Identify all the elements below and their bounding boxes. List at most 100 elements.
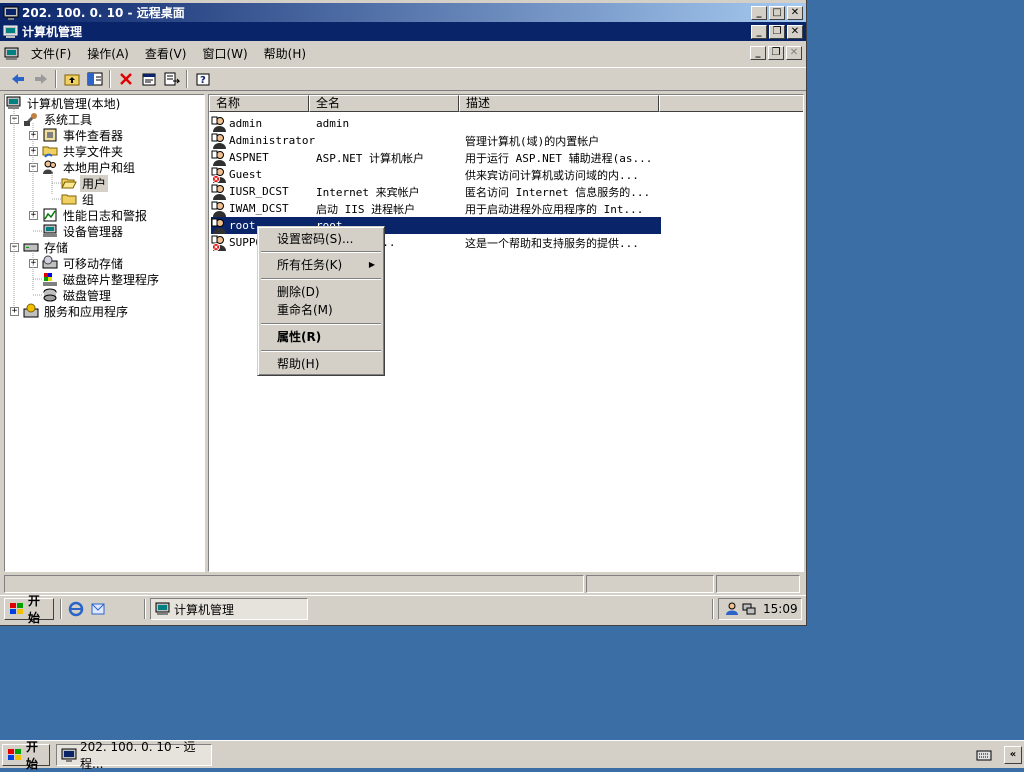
cell-name: IWAM_DCST (229, 202, 289, 215)
outlook-express-icon[interactable] (90, 601, 106, 617)
removable-storage-icon (42, 255, 58, 271)
menu-window[interactable]: 窗口(W) (194, 44, 255, 64)
mmc-restore-button[interactable]: ❐ (769, 25, 785, 39)
tree-label: 存储 (44, 240, 69, 255)
tree-node-disk-management[interactable]: 磁盘管理 (42, 287, 113, 303)
computer-icon (6, 95, 22, 111)
taskbar-item-remote-desktop[interactable]: 202. 100. 0. 10 - 远程... (56, 740, 212, 771)
services-apps-icon (23, 303, 39, 319)
tree-node-storage[interactable]: − 存储 (10, 239, 70, 255)
collapse-icon[interactable]: − (10, 114, 19, 124)
mdi-close-button[interactable]: ✕ (786, 46, 802, 60)
disk-management-icon (42, 287, 58, 303)
windows-logo-icon (9, 601, 25, 617)
mmc-titlebar[interactable]: 计算机管理 _ ❐ ✕ (0, 22, 806, 41)
user-icon (211, 116, 226, 132)
taskbar-separator (712, 599, 714, 619)
remote-desktop-title: 202. 100. 0. 10 - 远程桌面 (22, 6, 185, 20)
expand-icon[interactable]: + (29, 210, 38, 220)
menu-bar: 文件(F) 操作(A) 查看(V) 窗口(W) 帮助(H) (0, 43, 806, 65)
tree-node-shared-folders[interactable]: + 共享文件夹 (29, 143, 125, 159)
tree-node-perf-logs[interactable]: + 性能日志和警报 (29, 207, 149, 223)
expand-icon[interactable]: + (29, 258, 38, 268)
tree-label: 设备管理器 (63, 224, 124, 239)
menu-item-delete[interactable]: 删除(D) (261, 283, 381, 301)
remote-start-button[interactable]: 开始 (4, 594, 54, 625)
mdi-minimize-button[interactable]: _ (750, 46, 766, 60)
user-icon (211, 201, 226, 217)
table-row[interactable]: Administrator 管理计算机(域)的内置帐户 (211, 132, 661, 149)
ie-icon[interactable] (68, 601, 84, 617)
rdp-close-button[interactable]: ✕ (787, 6, 803, 20)
menu-action[interactable]: 操作(A) (79, 44, 137, 64)
table-row[interactable]: ASPNET ASP.NET 计算机帐户 用于运行 ASP.NET 辅助进程(as.… (211, 149, 661, 166)
local-taskbar: 开始 202. 100. 0. 10 - 远程... « (0, 740, 1024, 771)
event-viewer-icon (42, 127, 58, 143)
properties-icon[interactable] (137, 68, 160, 90)
tree-node-services-apps[interactable]: + 服务和应用程序 (10, 303, 130, 319)
taskbar-item-computer-management[interactable]: 计算机管理 (150, 598, 308, 620)
menu-item-all-tasks[interactable]: 所有任务(K) ▶ (261, 256, 381, 274)
table-row[interactable]: IUSR_DCST Internet 来宾帐户 匿名访问 Internet 信息服务… (211, 183, 661, 200)
column-header-name[interactable]: 名称 (209, 95, 309, 112)
column-header-description[interactable]: 描述 (459, 95, 659, 112)
forward-arrow-icon[interactable] (29, 68, 52, 90)
tree-label: 可移动存储 (63, 256, 124, 271)
expand-icon[interactable]: + (10, 306, 19, 316)
back-arrow-icon[interactable] (6, 68, 29, 90)
taskbar-separator (144, 599, 146, 619)
local-start-button[interactable]: 开始 (2, 740, 50, 771)
tree-node-computer-management[interactable]: 计算机管理(本地) (6, 95, 122, 111)
tree-label: 共享文件夹 (63, 144, 124, 159)
collapse-icon[interactable]: − (29, 162, 38, 172)
menu-item-properties[interactable]: 属性(R) (261, 328, 381, 346)
tree-node-system-tools[interactable]: − 系统工具 (10, 111, 94, 127)
tree-node-users[interactable]: 用户 (61, 174, 109, 192)
network-tray-icon[interactable] (742, 601, 756, 617)
user-tray-icon[interactable] (725, 601, 739, 617)
cell-description: 用于运行 ASP.NET 辅助进程(as... (465, 151, 653, 165)
collapse-icon[interactable]: − (10, 242, 19, 252)
computer-management-icon (155, 601, 171, 617)
tree-node-defrag[interactable]: 磁盘碎片整理程序 (42, 271, 161, 287)
status-pane (586, 575, 714, 593)
column-header-fullname[interactable]: 全名 (309, 95, 459, 112)
mdi-restore-button[interactable]: ❐ (768, 46, 784, 60)
mmc-close-button[interactable]: ✕ (787, 25, 803, 39)
cell-description: 这是一个帮助和支持服务的提供... (465, 236, 639, 250)
table-row[interactable]: admin admin (211, 115, 661, 132)
tree-node-device-manager[interactable]: 设备管理器 (42, 223, 125, 239)
menu-file[interactable]: 文件(F) (23, 44, 79, 64)
delete-icon[interactable] (114, 68, 137, 90)
console-icon[interactable] (4, 46, 20, 62)
table-row[interactable]: IWAM_DCST 启动 IIS 进程帐户 用于启动进程外应用程序的 Int... (211, 200, 661, 217)
menu-item-set-password[interactable]: 设置密码(S)... (261, 230, 381, 248)
expand-icon[interactable]: + (29, 146, 38, 156)
rdp-minimize-button[interactable]: _ (751, 6, 767, 20)
keyboard-tray-icon[interactable] (976, 747, 992, 763)
menu-item-rename[interactable]: 重命名(M) (261, 301, 381, 319)
export-list-icon[interactable] (160, 68, 183, 90)
tree-node-groups[interactable]: 组 (61, 191, 96, 207)
computer-management-icon (3, 24, 19, 40)
shared-folder-icon (42, 143, 58, 159)
rdp-maximize-button[interactable]: □ (769, 6, 785, 20)
tree-node-removable-storage[interactable]: + 可移动存储 (29, 255, 125, 271)
cell-name: ASPNET (229, 151, 269, 164)
remote-desktop-titlebar[interactable]: 202. 100. 0. 10 - 远程桌面 _ □ ✕ (0, 3, 806, 22)
expand-icon[interactable]: + (29, 130, 38, 140)
show-hide-tree-icon[interactable] (83, 68, 106, 90)
start-label: 开始 (28, 594, 41, 625)
menu-item-help[interactable]: 帮助(H) (261, 355, 381, 373)
cell-description: 供来宾访问计算机或访问域的内... (465, 168, 639, 182)
up-folder-icon[interactable] (60, 68, 83, 90)
help-icon[interactable]: ? (191, 68, 214, 90)
menu-help[interactable]: 帮助(H) (256, 44, 314, 64)
table-row[interactable]: Guest 供来宾访问计算机或访问域的内... (211, 166, 661, 183)
tray-expand-button[interactable]: « (1004, 746, 1022, 764)
mmc-minimize-button[interactable]: _ (751, 25, 767, 39)
menu-view[interactable]: 查看(V) (137, 44, 195, 64)
tree-node-local-users-groups[interactable]: − 本地用户和组 (29, 159, 137, 175)
tree-node-event-viewer[interactable]: + 事件查看器 (29, 127, 125, 143)
tray-clock: 15:09 (763, 602, 798, 616)
